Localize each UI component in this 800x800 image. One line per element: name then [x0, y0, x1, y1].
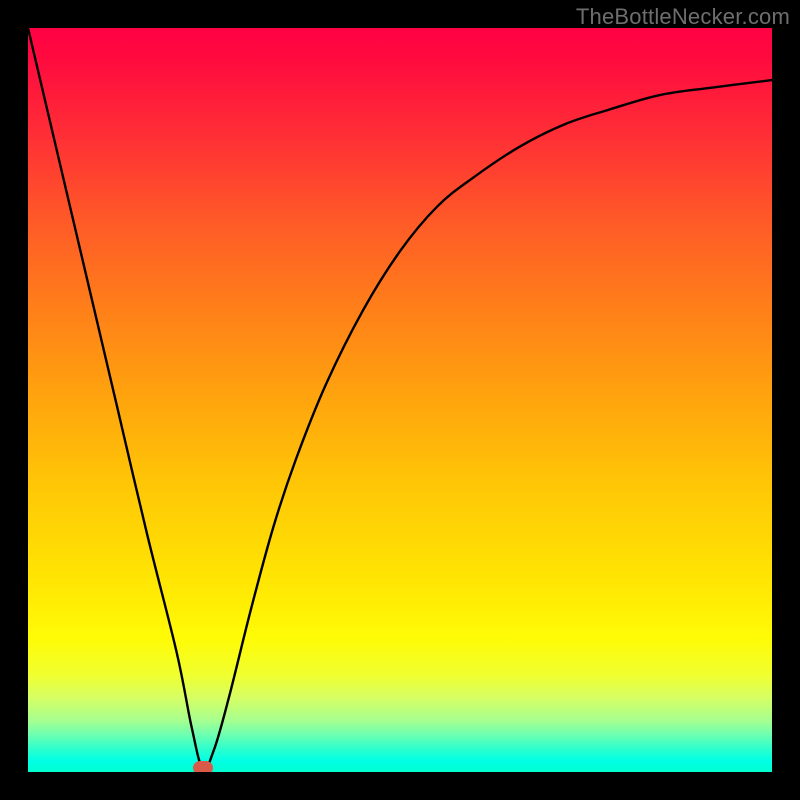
chart-frame: TheBottleNecker.com [0, 0, 800, 800]
bottleneck-curve [28, 28, 772, 772]
attribution-watermark: TheBottleNecker.com [576, 4, 790, 30]
optimal-point-marker [193, 761, 213, 772]
plot-area [28, 28, 772, 772]
